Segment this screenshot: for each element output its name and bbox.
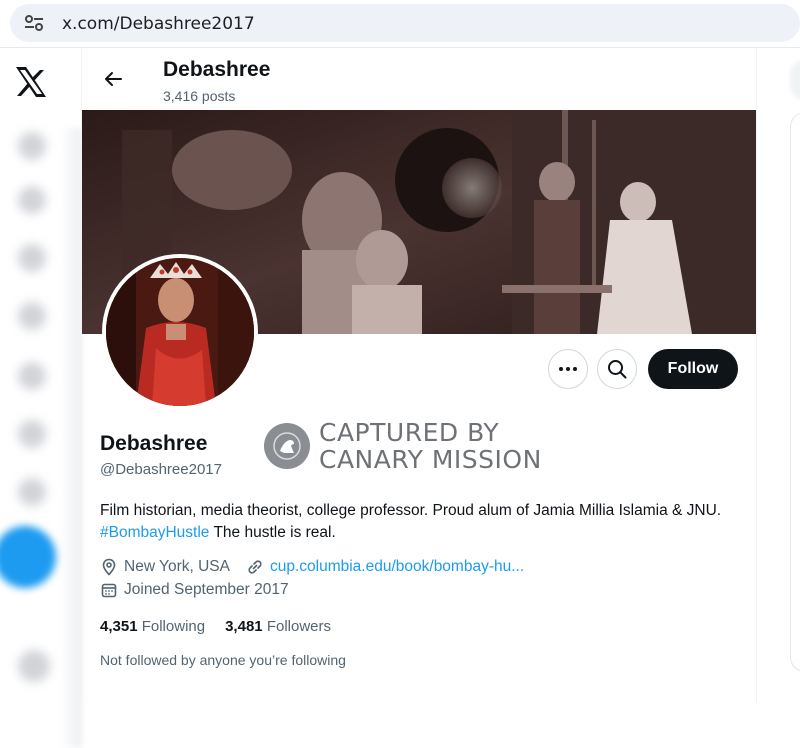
profile-avatar[interactable]: [102, 254, 258, 410]
search-icon: [608, 360, 627, 379]
followers-link[interactable]: 3,481 Followers: [225, 618, 331, 635]
location-icon: [102, 558, 116, 576]
nav-shadow: [60, 128, 82, 748]
back-button[interactable]: [98, 64, 128, 94]
avatar-image: [106, 258, 254, 406]
profile-name: Debashree: [100, 432, 208, 455]
more-icon: [559, 367, 577, 371]
nav-home-icon[interactable]: [18, 132, 46, 160]
address-field[interactable]: x.com/Debashree2017: [10, 4, 800, 42]
profile-bio: Film historian, media theorist, college …: [100, 500, 750, 544]
nav-notifications-icon[interactable]: [18, 244, 46, 272]
follow-button[interactable]: Follow: [648, 349, 738, 389]
bio-hashtag-link[interactable]: #BombayHustle: [100, 524, 209, 541]
tune-icon[interactable]: [24, 14, 44, 32]
more-button[interactable]: [548, 349, 588, 389]
watermark-line2: CANARY MISSION: [319, 445, 542, 474]
location-text: New York, USA: [124, 558, 230, 575]
nav-bookmarks-icon[interactable]: [18, 420, 46, 448]
sidebar-search-box[interactable]: [790, 60, 800, 100]
post-button[interactable]: [0, 526, 56, 588]
nav-explore-icon[interactable]: [18, 186, 46, 214]
canary-bird-icon: [264, 423, 310, 469]
joined-text: Joined September 2017: [124, 581, 289, 598]
profile-handle: @Debashree2017: [100, 461, 222, 478]
sidebar-card: [790, 112, 800, 672]
account-avatar[interactable]: [18, 650, 50, 682]
website-link[interactable]: cup.columbia.edu/book/bombay-hu...: [270, 558, 524, 576]
bio-text: Film historian, media theorist, college …: [100, 502, 722, 519]
following-count: 4,351: [100, 618, 138, 635]
not-followed-notice: Not followed by anyone you’re following: [100, 652, 346, 668]
right-sidebar: [760, 48, 800, 702]
followers-label: Followers: [266, 618, 331, 635]
link-icon: [248, 560, 262, 574]
nav-lists-icon[interactable]: [18, 362, 46, 390]
following-link[interactable]: 4,351 Following: [100, 618, 205, 635]
profile-meta-joined: Joined September 2017: [100, 581, 289, 599]
follow-stats: 4,351 Following 3,481 Followers: [100, 618, 331, 635]
post-count: 3,416 posts: [163, 88, 236, 104]
url-text[interactable]: x.com/Debashree2017: [62, 14, 255, 34]
profile-column: Debashree 3,416 posts Follow Debashree @…: [81, 48, 757, 702]
back-arrow-icon: [105, 72, 122, 86]
header-name: Debashree: [163, 58, 271, 81]
x-logo-icon[interactable]: [14, 66, 48, 98]
nav-profile-icon[interactable]: [18, 478, 46, 506]
nav-messages-icon[interactable]: [18, 302, 46, 330]
watermark-line1: CAPTURED BY: [319, 418, 500, 447]
left-navigation: [0, 48, 82, 748]
followers-count: 3,481: [225, 618, 263, 635]
browser-url-bar: x.com/Debashree2017: [0, 0, 800, 48]
bio-tail: The hustle is real.: [209, 524, 336, 541]
search-profile-button[interactable]: [597, 349, 637, 389]
following-label: Following: [141, 618, 206, 635]
profile-meta-location-website: New York, USA cup.columbia.edu/book/bomb…: [100, 558, 524, 576]
calendar-icon: [101, 583, 117, 598]
